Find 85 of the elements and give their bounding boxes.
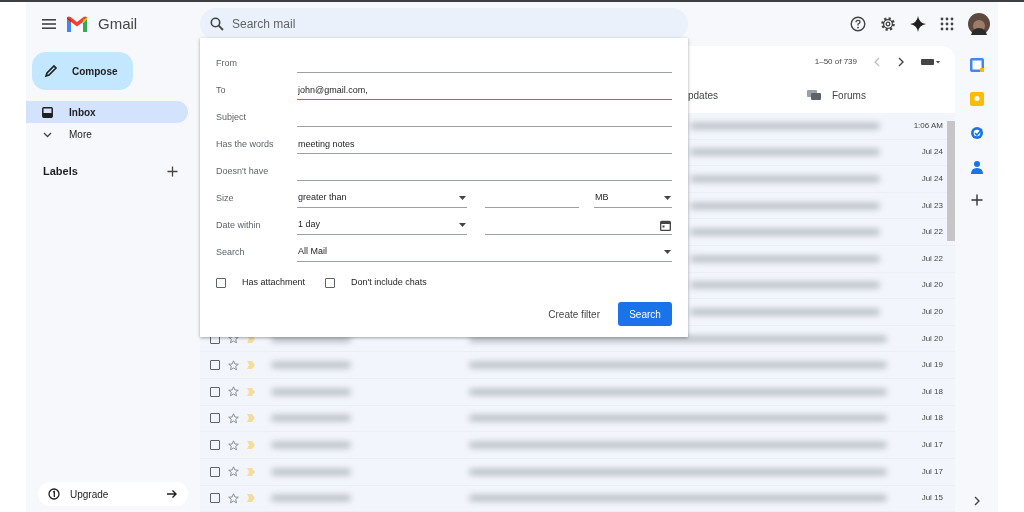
field-label: Date within <box>216 218 262 232</box>
dropdown-caret-icon <box>459 223 466 227</box>
mail-date: Jul 20 <box>920 332 944 345</box>
calendar-icon <box>660 219 671 231</box>
field-label: Search <box>216 245 246 259</box>
star-icon[interactable] <box>228 359 239 371</box>
mail-date: Jul 24 <box>920 146 944 159</box>
mail-date: Jul 19 <box>920 359 944 372</box>
page-range: 1–50 of 739 <box>814 55 857 68</box>
info-icon <box>48 488 60 500</box>
mail-date: Jul 15 <box>920 492 944 505</box>
category-tab[interactable]: pdates <box>688 87 806 103</box>
app-name: Gmail <box>98 13 138 34</box>
keyboard-icon[interactable] <box>921 57 941 66</box>
upgrade-button[interactable]: Upgrade <box>38 482 188 506</box>
chat-icon <box>806 89 822 102</box>
row-checkbox[interactable] <box>210 413 220 424</box>
mail-date: 1:06 AM <box>912 119 944 132</box>
nav-item[interactable]: Inbox <box>26 101 188 123</box>
row-checkbox[interactable] <box>210 386 220 397</box>
inbox-icon <box>42 106 53 118</box>
logo-icon <box>66 16 88 32</box>
menu-icon[interactable] <box>42 18 56 30</box>
chevron-right-icon[interactable] <box>897 56 905 67</box>
mail-date: Jul 20 <box>920 279 944 292</box>
row-checkbox[interactable] <box>210 440 220 451</box>
category-tab[interactable]: Forums <box>806 87 866 103</box>
search-icon <box>210 17 224 31</box>
field-label: From <box>216 56 238 70</box>
star-icon[interactable] <box>228 412 239 424</box>
row-checkbox[interactable] <box>210 360 220 371</box>
dropdown-caret-icon <box>459 196 466 200</box>
pencil-icon <box>44 64 58 78</box>
add-icon[interactable] <box>167 165 178 177</box>
avatar-icon[interactable] <box>968 13 990 35</box>
star-icon[interactable] <box>228 466 239 478</box>
text-field[interactable]: meeting notes <box>297 135 672 154</box>
mail-date: Jul 23 <box>920 199 944 212</box>
nav-item[interactable]: More <box>26 123 188 145</box>
chevron-right-icon[interactable] <box>972 496 981 506</box>
dropdown-caret-icon <box>664 196 671 200</box>
field-label: Doesn't have <box>216 164 270 178</box>
mail-date: Jul 24 <box>920 173 944 185</box>
create-filter-button[interactable]: Create filter <box>544 302 604 326</box>
text-field[interactable]: john@gmail.com, <box>297 81 672 100</box>
star-icon[interactable] <box>228 439 239 451</box>
sparkle-icon[interactable] <box>910 16 926 32</box>
person-icon[interactable] <box>970 160 983 174</box>
settings-icon[interactable] <box>880 16 896 32</box>
mail-date: Jul 22 <box>920 252 944 265</box>
help-icon[interactable] <box>850 16 866 32</box>
mail-date: Jul 17 <box>920 465 944 478</box>
size-unit-select[interactable]: MB <box>594 189 672 208</box>
star-icon[interactable] <box>228 386 239 398</box>
row-checkbox[interactable] <box>210 493 220 504</box>
field-label: To <box>216 83 227 97</box>
mail-date: Jul 18 <box>920 385 944 398</box>
calendar-icon[interactable] <box>969 58 984 72</box>
checkbox-label: Don't include chats <box>351 276 427 290</box>
add-icon[interactable] <box>970 194 983 206</box>
size-operator-select[interactable]: greater than <box>297 189 467 208</box>
search-button[interactable]: Search <box>618 302 672 326</box>
field-label: Has the words <box>216 137 275 151</box>
date-range-select[interactable]: 1 day <box>297 216 467 235</box>
scrollbar[interactable] <box>947 121 955 241</box>
tasks-icon[interactable] <box>969 126 984 140</box>
mailbox-select[interactable]: All Mail <box>297 243 672 262</box>
chevron-left-icon[interactable] <box>873 56 881 67</box>
mail-date: Jul 17 <box>920 439 944 452</box>
checkbox[interactable] <box>216 278 226 288</box>
checkbox[interactable] <box>325 278 336 288</box>
mail-date: Jul 20 <box>920 306 944 319</box>
mail-date: Jul 22 <box>920 226 944 239</box>
dropdown-caret-icon <box>664 250 671 254</box>
labels-heading: Labels <box>43 164 78 179</box>
checkbox-label: Has attachment <box>242 276 306 290</box>
apps-icon[interactable] <box>940 17 954 31</box>
mail-date: Jul 18 <box>920 412 944 425</box>
field-label: Size <box>216 191 235 205</box>
row-checkbox[interactable] <box>210 466 220 477</box>
arrow-right-icon <box>166 488 178 500</box>
field-label: Subject <box>216 110 248 124</box>
compose-button[interactable]: Compose <box>32 52 133 90</box>
search-field[interactable]: Search mail <box>200 8 688 40</box>
star-icon[interactable] <box>228 492 239 504</box>
